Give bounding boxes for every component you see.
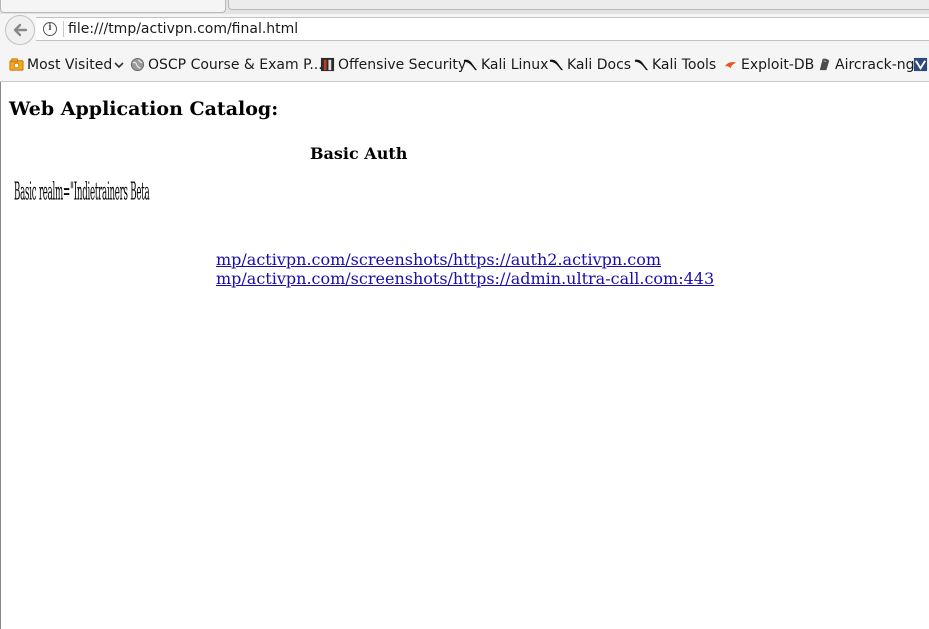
page-content: Web Application Catalog: Basic Auth Basi… (0, 82, 929, 629)
kali-dragon-icon (634, 59, 649, 70)
bookmark-offensive-security[interactable]: Offensive Security (320, 56, 466, 74)
url-bar[interactable]: i file:///tmp/activpn.com/final.html (36, 17, 929, 41)
chevron-down-icon (114, 62, 124, 69)
bookmark-most-visited[interactable]: Most Visited (9, 56, 124, 74)
bookmark-label: Exploit-DB (741, 57, 815, 73)
kali-dragon-icon (463, 59, 478, 70)
bookmark-label: Offensive Security (338, 57, 467, 73)
back-button[interactable] (5, 15, 35, 45)
screenshot-link-auth2[interactable]: mp/activpn.com/screenshots/https://auth2… (216, 250, 714, 269)
exploit-db-icon (724, 61, 737, 68)
tab-strip (0, 0, 929, 14)
bookmark-label: Kali Docs (567, 57, 632, 73)
kali-dragon-icon (549, 59, 564, 70)
bookmark-kali-tools[interactable]: Kali Tools (634, 56, 716, 74)
bookmark-kali-docs[interactable]: Kali Docs (549, 56, 631, 74)
offsec-icon (320, 57, 335, 71)
info-icon[interactable]: i (43, 22, 57, 36)
globe-icon (130, 57, 145, 71)
bookmark-label: Most Visited (27, 57, 113, 73)
bookmark-label: OSCP Course & Exam P... (148, 57, 323, 73)
bookmark-oscp-course[interactable]: OSCP Course & Exam P... (130, 56, 323, 74)
bookmarks-toolbar: Most Visited OSCP Course & Exam P... Off… (0, 46, 929, 82)
bookmark-kali-linux[interactable]: Kali Linux (463, 56, 548, 74)
url-divider (63, 21, 64, 37)
auth-realm-screenshot: Basic realm="Indietrainers Beta Access" (14, 178, 150, 208)
bookmark-label: Kali Linux (481, 57, 549, 73)
bookmark-aircrack-ng[interactable]: Aircrack-ng (817, 56, 915, 74)
screenshot-links: mp/activpn.com/screenshots/https://auth2… (216, 250, 714, 288)
most-visited-icon (9, 57, 24, 71)
bookmark-label: Aircrack-ng (835, 57, 915, 73)
bookmark-partial-icon (913, 57, 928, 71)
aircrack-icon (819, 58, 830, 70)
url-text[interactable]: file:///tmp/activpn.com/final.html (68, 21, 298, 37)
tab-active[interactable] (0, 0, 226, 13)
bookmark-overflow[interactable] (913, 56, 929, 74)
bookmark-exploit-db[interactable]: Exploit-DB (723, 56, 814, 74)
section-title: Basic Auth (310, 144, 408, 163)
navigation-bar: i file:///tmp/activpn.com/final.html (0, 14, 929, 46)
screenshot-link-admin-ultra-call[interactable]: mp/activpn.com/screenshots/https://admin… (216, 269, 714, 288)
back-arrow-icon (13, 23, 28, 37)
bookmark-label: Kali Tools (652, 57, 717, 73)
page-title: Web Application Catalog: (9, 98, 279, 120)
tab-inactive-area[interactable] (228, 0, 929, 10)
realm-image-text: Basic realm="Indietrainers Beta Access" (14, 178, 150, 207)
